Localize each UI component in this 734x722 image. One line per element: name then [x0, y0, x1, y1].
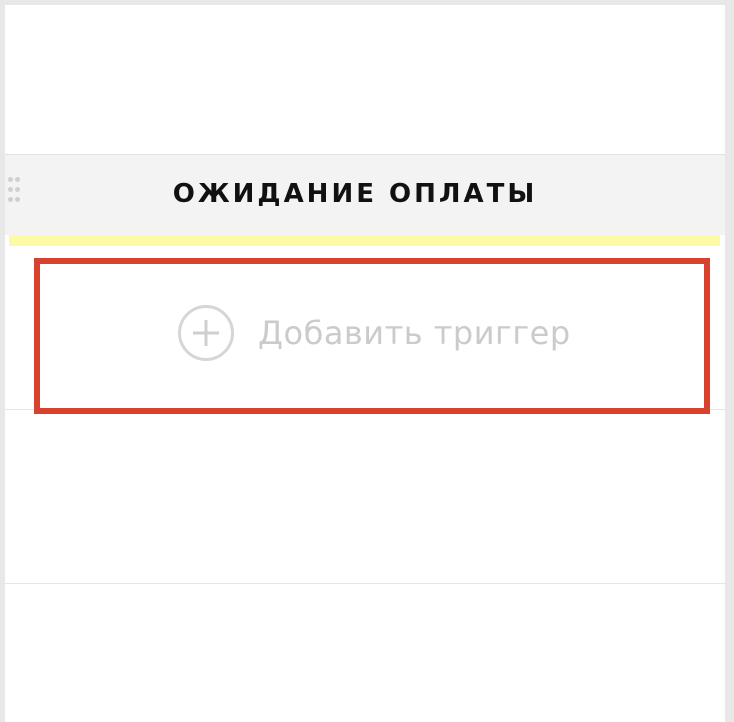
add-trigger-label: Добавить триггер: [258, 314, 571, 352]
column-title: ОЖИДАНИЕ ОПЛАТЫ: [172, 179, 538, 209]
add-trigger-button[interactable]: Добавить триггер: [178, 302, 571, 364]
column-header: ОЖИДАНИЕ ОПЛАТЫ: [5, 154, 725, 235]
empty-row: [5, 584, 725, 722]
empty-row: [5, 415, 725, 584]
plus-circle-icon: [178, 305, 234, 361]
status-color-strip: [9, 235, 720, 246]
